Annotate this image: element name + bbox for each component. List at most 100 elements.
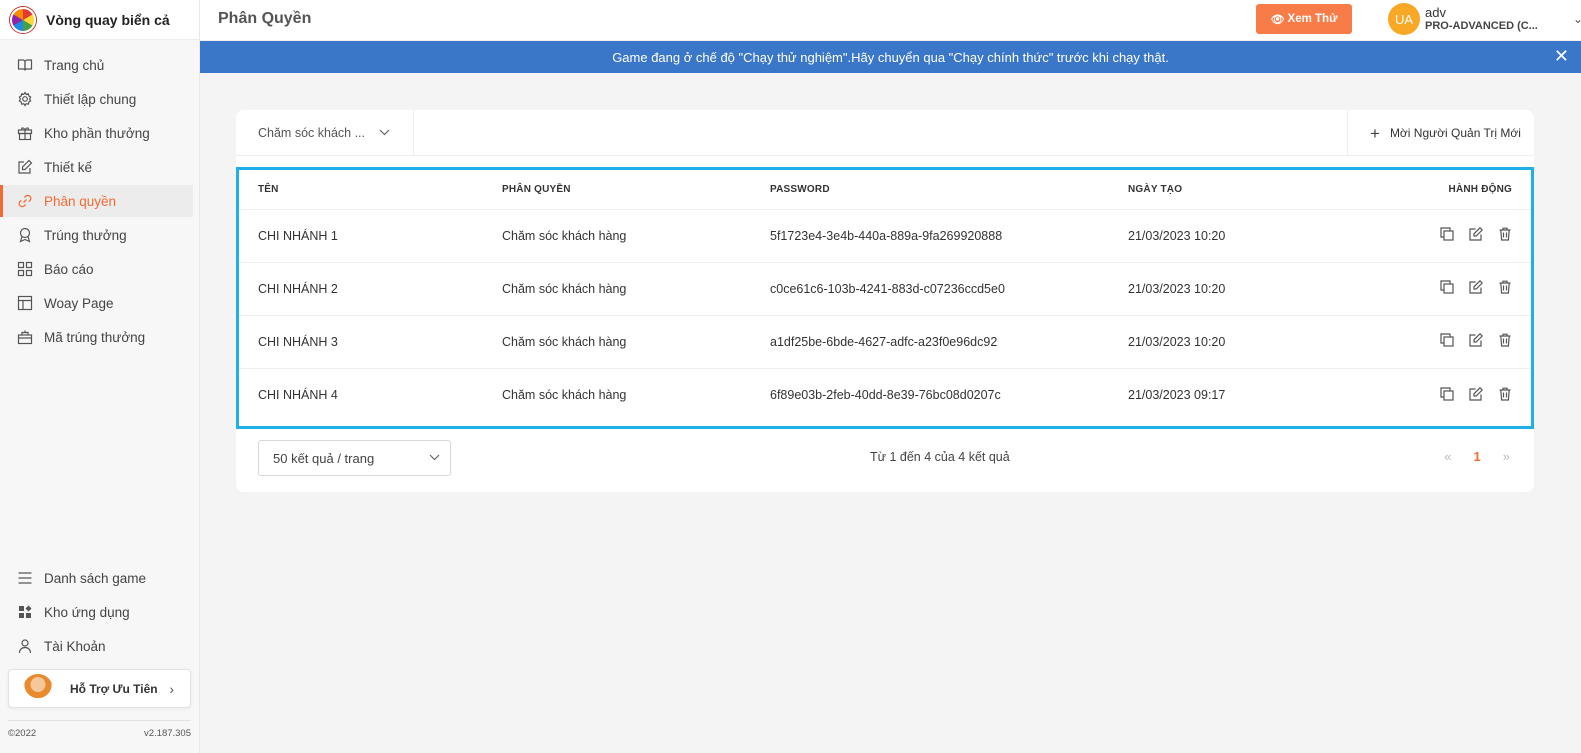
top-bar: Phân Quyền 👁 Xem Thử UA adv PRO-ADVANCED… (200, 0, 1581, 41)
copy-icon[interactable] (1439, 280, 1454, 295)
sidebar-bottom-nav: Danh sách game Kho ứng dụng Tài Khoản (0, 560, 200, 664)
sidebar-item-danh-sach-game[interactable]: Danh sách game (0, 562, 194, 594)
sidebar-item-thiet-lap-chung[interactable]: Thiết lập chung (0, 83, 193, 115)
sidebar-item-trang-chu[interactable]: Trang chủ (0, 49, 193, 81)
page-size-select[interactable]: 50 kết quả / trang (258, 440, 451, 476)
priority-support-button[interactable]: Hỗ Trợ Ưu Tiên › (8, 669, 191, 708)
copy-icon[interactable] (1439, 386, 1454, 401)
cell-password: 6f89e03b-2feb-40dd-8e39-76bc08d0207c (770, 387, 1001, 402)
permissions-card: Chăm sóc khách ... + Mời Người Quản Trị … (236, 110, 1534, 492)
brand-logo-icon (10, 6, 36, 33)
cell-password: 5f1723e4-3e4b-440a-889a-9fa269920888 (770, 209, 1128, 263)
invite-admin-button[interactable]: + Mời Người Quản Trị Mới (1347, 110, 1534, 156)
sidebar-item-phan-quyen[interactable]: Phân quyền (0, 185, 193, 217)
menu-icon (17, 570, 33, 586)
gear-icon (17, 91, 33, 107)
sidebar-item-tai-khoan[interactable]: Tài Khoản (0, 630, 194, 662)
copy-icon[interactable] (1439, 227, 1454, 242)
table-row: CHI NHÁNH 4 Chăm sóc khách hàng 6f89e03b… (239, 368, 1531, 421)
user-menu[interactable]: UA adv PRO-ADVANCED (C... (1388, 3, 1538, 35)
admins-table-container: TÊN PHÂN QUYỀN PASSWORD NGÀY TẠO HÀNH ĐỘ… (236, 167, 1534, 429)
award-icon (17, 227, 33, 243)
cell-actions (1408, 209, 1531, 263)
close-icon[interactable]: ✕ (1554, 47, 1569, 65)
book-icon (17, 57, 33, 73)
sidebar-item-ma-trung-thuong[interactable]: Mã trúng thưởng (0, 321, 193, 353)
role-filter-select[interactable]: Chăm sóc khách ... (236, 110, 414, 156)
sidebar-item-label: Mã trúng thưởng (44, 329, 146, 345)
cell-created: 21/03/2023 10:20 (1128, 262, 1408, 316)
table-row: CHI NHÁNH 3 Chăm sóc khách hàng a1df25be… (239, 315, 1531, 369)
prev-page-icon[interactable]: « (1444, 449, 1451, 464)
sidebar-item-kho-ung-dung[interactable]: Kho ứng dụng (0, 596, 194, 628)
cell-actions (1408, 262, 1531, 316)
table-row: CHI NHÁNH 2 Chăm sóc khách hàng c0ce61c6… (239, 262, 1531, 316)
copy-icon[interactable] (1439, 333, 1454, 348)
sidebar-item-label: Thiết lập chung (44, 91, 137, 107)
copyright: ©2022 (8, 728, 37, 739)
sidebar-item-label: Thiết kế (44, 159, 93, 175)
pager: « 1 » (1444, 449, 1510, 464)
grid-icon (17, 261, 33, 277)
column-header-actions: HÀNH ĐỘNG (1408, 170, 1531, 210)
admins-table: TÊN PHÂN QUYỀN PASSWORD NGÀY TẠO HÀNH ĐỘ… (239, 170, 1531, 421)
sidebar-item-kho-phan-thuong[interactable]: Kho phần thưởng (0, 117, 193, 149)
cell-role: Chăm sóc khách hàng (502, 315, 770, 369)
sidebar-footer: ©2022 v2.187.305 (8, 720, 191, 739)
next-page-icon[interactable]: » (1503, 449, 1510, 464)
chevron-down-icon (429, 452, 440, 464)
sidebar: Vòng quay biển cả Trang chủ Thiết lập ch… (0, 0, 200, 753)
sidebar-item-label: Trúng thưởng (44, 227, 127, 243)
sidebar-item-thiet-ke[interactable]: Thiết kế (0, 151, 193, 183)
column-header-role[interactable]: PHÂN QUYỀN (502, 170, 770, 210)
link-icon (17, 193, 33, 209)
apps-icon (17, 604, 33, 620)
brand-name: Vòng quay biển cả (46, 11, 170, 28)
banner-text: Game đang ở chế độ "Chạy thử nghiệm".Hãy… (612, 49, 1169, 65)
user-info: adv PRO-ADVANCED (C... (1425, 5, 1538, 34)
sidebar-item-label: Phân quyền (44, 193, 117, 209)
pagination-summary: Từ 1 đến 4 của 4 kết quả (870, 450, 1010, 464)
sidebar-nav: Trang chủ Thiết lập chung Kho phần thưởn… (0, 49, 199, 353)
cell-actions (1408, 315, 1531, 369)
cell-name: CHI NHÁNH 2 (239, 262, 502, 316)
trash-icon[interactable] (1497, 386, 1512, 401)
edit-icon[interactable] (1468, 227, 1483, 242)
trash-icon[interactable] (1497, 227, 1512, 242)
trash-icon[interactable] (1497, 280, 1512, 295)
preview-button[interactable]: 👁 Xem Thử (1256, 4, 1352, 34)
cell-role: Chăm sóc khách hàng (502, 262, 770, 316)
user-icon (17, 638, 33, 654)
brand[interactable]: Vòng quay biển cả (0, 0, 199, 40)
cell-role: Chăm sóc khách hàng (502, 387, 627, 402)
chevron-down-icon[interactable]: ⌄ (1573, 12, 1581, 26)
layout-icon (17, 295, 33, 311)
trash-icon[interactable] (1497, 333, 1512, 348)
edit-icon[interactable] (1468, 280, 1483, 295)
support-label: Hỗ Trợ Ưu Tiên (70, 681, 158, 696)
table-row: CHI NHÁNH 1 Chăm sóc khách hàng 5f1723e4… (239, 209, 1531, 263)
edit-icon[interactable] (1468, 386, 1483, 401)
preview-button-label: Xem Thử (1287, 13, 1338, 25)
column-header-created[interactable]: NGÀY TẠO (1128, 170, 1408, 210)
sidebar-item-woay-page[interactable]: Woay Page (0, 287, 193, 319)
cell-created: 21/03/2023 10:20 (1128, 209, 1408, 263)
table-header-row: TÊN PHÂN QUYỀN PASSWORD NGÀY TẠO HÀNH ĐỘ… (239, 170, 1531, 210)
cell-password: c0ce61c6-103b-4241-883d-c07236ccd5e0 (770, 262, 1128, 316)
cell-name: CHI NHÁNH 4 (258, 387, 338, 402)
cell-password: a1df25be-6bde-4627-adfc-a23f0e96dc92 (770, 315, 1128, 369)
cell-role: Chăm sóc khách hàng (502, 209, 770, 263)
sidebar-item-bao-cao[interactable]: Báo cáo (0, 253, 193, 285)
cell-name: CHI NHÁNH 1 (239, 209, 502, 263)
plus-icon: + (1370, 123, 1380, 143)
role-filter-value: Chăm sóc khách ... (258, 126, 365, 140)
page-number-current[interactable]: 1 (1474, 449, 1481, 464)
sidebar-item-trung-thuong[interactable]: Trúng thưởng (0, 219, 193, 251)
gift-icon (17, 125, 33, 141)
app-version: v2.187.305 (143, 728, 191, 739)
cell-created: 21/03/2023 10:20 (1128, 315, 1408, 369)
column-header-password[interactable]: PASSWORD (770, 170, 1128, 210)
edit-icon[interactable] (1468, 333, 1483, 348)
support-agent-icon (23, 673, 53, 704)
column-header-name[interactable]: TÊN (239, 170, 502, 210)
